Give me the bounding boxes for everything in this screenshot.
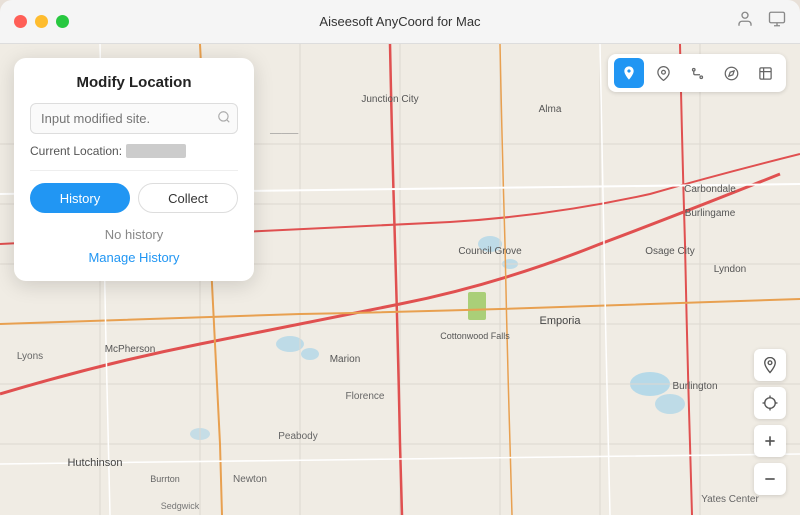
traffic-lights xyxy=(14,15,69,28)
svg-text:Council Grove: Council Grove xyxy=(458,246,522,257)
zoom-in-btn[interactable] xyxy=(754,425,786,457)
current-location-label: Current Location: xyxy=(30,144,122,158)
current-location-value xyxy=(126,144,186,158)
svg-text:Emporia: Emporia xyxy=(540,315,582,327)
svg-text:Newton: Newton xyxy=(233,474,267,485)
current-location-row: Current Location: xyxy=(30,144,238,171)
svg-text:Carbondale: Carbondale xyxy=(684,184,736,195)
collect-tab[interactable]: Collect xyxy=(138,183,238,213)
svg-text:─────: ───── xyxy=(269,129,299,138)
titlebar: Aiseesoft AnyCoord for Mac xyxy=(0,0,800,44)
no-history-text: No history xyxy=(30,227,238,242)
titlebar-actions xyxy=(736,10,786,33)
route-tool-btn[interactable] xyxy=(682,58,712,88)
modify-location-panel: Modify Location Current Location: Histor… xyxy=(14,58,254,281)
map-container: Junction City Alma Carbondale Burlingame… xyxy=(0,44,800,515)
location-tool-btn[interactable] xyxy=(614,58,644,88)
svg-text:Lyndon: Lyndon xyxy=(714,264,746,275)
svg-text:Osage City: Osage City xyxy=(645,246,694,257)
svg-text:Burrton: Burrton xyxy=(150,474,180,484)
compass-tool-btn[interactable] xyxy=(716,58,746,88)
history-tab[interactable]: History xyxy=(30,183,130,213)
map-controls xyxy=(754,349,786,495)
svg-text:Burlingame: Burlingame xyxy=(685,208,736,219)
svg-text:Peabody: Peabody xyxy=(278,431,317,442)
svg-text:Burlington: Burlington xyxy=(672,381,717,392)
search-icon xyxy=(217,110,231,127)
svg-text:Florence: Florence xyxy=(346,391,385,402)
pin-tool-btn[interactable] xyxy=(648,58,678,88)
zoom-out-btn[interactable] xyxy=(754,463,786,495)
svg-text:Lyons: Lyons xyxy=(17,351,43,362)
close-button[interactable] xyxy=(14,15,27,28)
crosshair-btn[interactable] xyxy=(754,387,786,419)
panel-title: Modify Location xyxy=(30,74,238,91)
svg-text:Junction City: Junction City xyxy=(361,94,418,105)
search-row xyxy=(30,103,238,134)
minimize-button[interactable] xyxy=(35,15,48,28)
maximize-button[interactable] xyxy=(56,15,69,28)
screen-icon[interactable] xyxy=(768,10,786,33)
tab-row: History Collect xyxy=(30,183,238,213)
location-center-btn[interactable] xyxy=(754,349,786,381)
manage-history-link[interactable]: Manage History xyxy=(30,250,238,265)
user-icon[interactable] xyxy=(736,10,754,33)
svg-text:Sedgwick: Sedgwick xyxy=(161,501,200,511)
svg-text:Yates Center: Yates Center xyxy=(701,494,759,505)
search-input[interactable] xyxy=(41,111,217,126)
map-toolbar xyxy=(608,54,786,92)
svg-text:Marion: Marion xyxy=(330,354,361,365)
window-title: Aiseesoft AnyCoord for Mac xyxy=(319,14,480,29)
export-tool-btn[interactable] xyxy=(750,58,780,88)
svg-text:Alma: Alma xyxy=(539,104,562,115)
svg-text:Hutchinson: Hutchinson xyxy=(67,457,122,469)
svg-text:Cottonwood Falls: Cottonwood Falls xyxy=(440,331,510,341)
svg-text:McPherson: McPherson xyxy=(105,344,156,355)
